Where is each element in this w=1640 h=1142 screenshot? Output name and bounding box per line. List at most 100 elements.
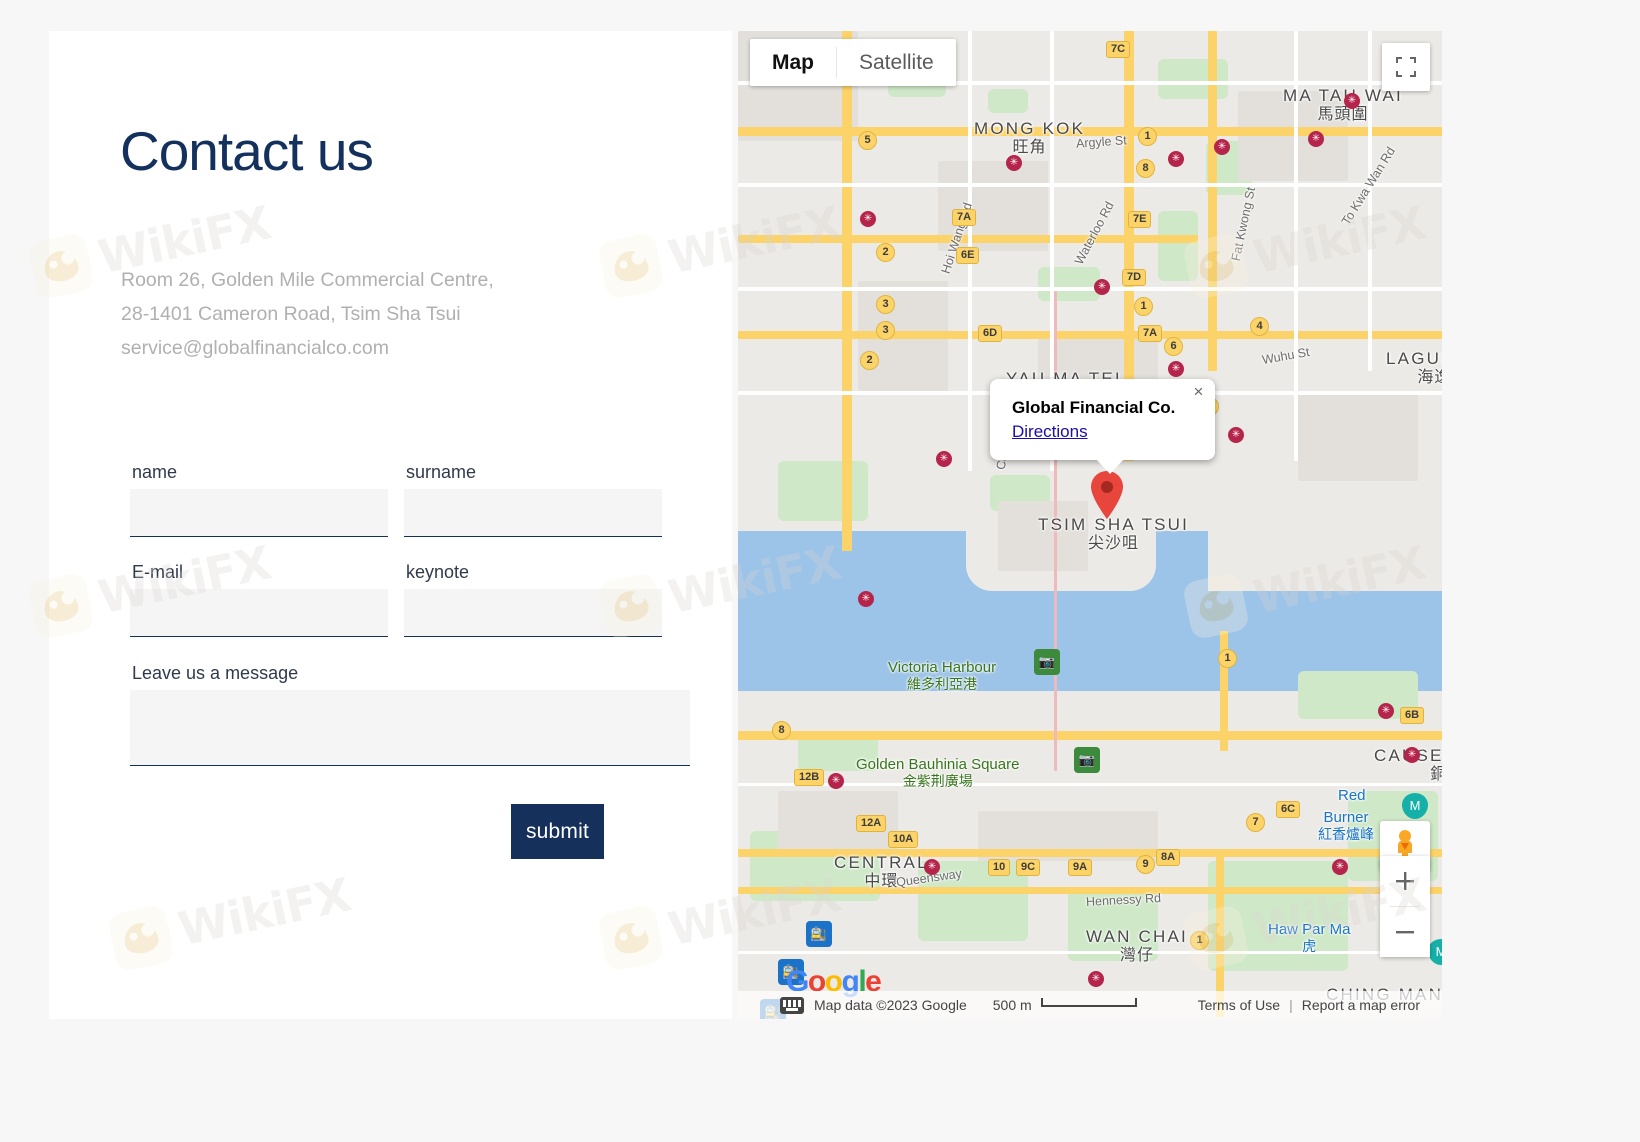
field-email: E-mail bbox=[130, 561, 388, 637]
map-transit-station-icon bbox=[858, 591, 874, 607]
map-road-shield: 7E bbox=[1128, 211, 1152, 228]
contact-card: Contact us Room 26, Golden Mile Commerci… bbox=[49, 31, 732, 1019]
map-transit-station-icon bbox=[1088, 971, 1104, 987]
map-poi-label: Haw Par Ma 虎 bbox=[1268, 921, 1351, 955]
field-surname: surname bbox=[404, 461, 662, 537]
map-road-shield: 12A bbox=[856, 815, 887, 832]
map-road-shield: 8 bbox=[1136, 159, 1155, 178]
map-road bbox=[738, 287, 1442, 291]
map-panel[interactable]: MONG KOK旺角MA TAU WAI馬頭圍YAU MA TEILAGUNA … bbox=[738, 31, 1442, 1019]
map-park bbox=[778, 461, 868, 521]
surname-label: surname bbox=[406, 462, 477, 482]
map-road-shield: 9 bbox=[1136, 855, 1155, 874]
form-row-email: E-mail keynote bbox=[130, 561, 690, 637]
map-road-major bbox=[738, 127, 1442, 136]
map-transit-station-icon bbox=[1228, 427, 1244, 443]
zoom-control[interactable] bbox=[1380, 856, 1430, 957]
map-poi-label: Golden Bauhinia Square 金紫荆廣場 bbox=[856, 756, 1020, 790]
submit-button[interactable]: submit bbox=[511, 804, 604, 859]
map-canvas[interactable]: MONG KOK旺角MA TAU WAI馬頭圍YAU MA TEILAGUNA … bbox=[738, 31, 1442, 1019]
address-block: Room 26, Golden Mile Commercial Centre, … bbox=[121, 263, 641, 365]
zoom-out-button[interactable] bbox=[1380, 907, 1430, 957]
address-line-2: 28-1401 Cameron Road, Tsim Sha Tsui bbox=[121, 303, 461, 325]
map-park bbox=[1158, 211, 1198, 281]
map-transit-station-icon bbox=[1344, 93, 1360, 109]
map-area-label: LAGUNA VER海逸豪園 bbox=[1386, 349, 1442, 386]
page-title: Contact us bbox=[120, 120, 374, 182]
map-road-shield: 2 bbox=[876, 243, 895, 262]
map-road-shield: 10A bbox=[888, 831, 919, 848]
map-park bbox=[1158, 59, 1228, 99]
map-transit-station-icon bbox=[1378, 703, 1394, 719]
info-window-close-button[interactable]: × bbox=[1187, 381, 1209, 403]
contact-form: name surname E-mail keynote Leave us a m… bbox=[130, 461, 690, 859]
map-road-shield: 2 bbox=[860, 351, 879, 370]
poi-camera-icon-victoria-harbour[interactable]: 📷 bbox=[1034, 649, 1060, 675]
map-info-window[interactable]: × Global Financial Co. Directions bbox=[990, 379, 1216, 474]
map-park bbox=[1038, 267, 1100, 301]
map-type-control[interactable]: Map Satellite bbox=[750, 39, 956, 86]
map-road-shield: 1 bbox=[1190, 931, 1209, 950]
keynote-label: keynote bbox=[406, 562, 470, 582]
map-road-shield: 12B bbox=[794, 769, 825, 786]
address-email: service@globalfinancialco.com bbox=[121, 337, 390, 359]
map-poi-label: Burner 紅香爐峰 bbox=[1318, 809, 1374, 843]
map-park bbox=[1208, 861, 1348, 971]
zoom-in-button[interactable] bbox=[1380, 856, 1430, 906]
map-road-shield: 3 bbox=[876, 295, 895, 314]
map-road-shield: 7A bbox=[952, 209, 977, 226]
map-pin-icon bbox=[1091, 471, 1123, 519]
map-road-shield: 6 bbox=[1164, 337, 1183, 356]
attribution-separator: | bbox=[1289, 997, 1293, 1013]
map-road-shield: 8A bbox=[1156, 849, 1181, 866]
poi-transit-icon[interactable]: 🚉 bbox=[806, 921, 832, 947]
field-message: Leave us a message bbox=[130, 662, 690, 766]
map-area-label: WAN CHAI 灣仔 bbox=[1086, 927, 1188, 964]
message-label: Leave us a message bbox=[132, 663, 299, 683]
map-road-shield: 1 bbox=[1218, 649, 1237, 668]
info-window-title: Global Financial Co. bbox=[1012, 398, 1176, 417]
map-road-shield: 7A bbox=[1138, 325, 1163, 342]
map-type-button-map[interactable]: Map bbox=[750, 39, 836, 86]
message-textarea[interactable] bbox=[130, 690, 690, 766]
map-block bbox=[1298, 391, 1418, 481]
map-road bbox=[738, 183, 1442, 187]
directions-link[interactable]: Directions bbox=[1012, 422, 1088, 442]
fullscreen-button[interactable] bbox=[1382, 43, 1430, 91]
map-transit-station-icon bbox=[924, 859, 940, 875]
map-data-attribution: Map data ©2023 Google bbox=[814, 997, 967, 1013]
terms-of-use-link[interactable]: Terms of Use bbox=[1198, 997, 1280, 1013]
map-transit-station-icon bbox=[1006, 155, 1022, 171]
name-input[interactable] bbox=[130, 489, 388, 537]
keyboard-shortcuts-icon[interactable] bbox=[780, 996, 804, 1014]
map-area-label: TSIM SHA TSUI 尖沙咀 bbox=[1038, 515, 1190, 552]
address-line-1: Room 26, Golden Mile Commercial Centre, bbox=[121, 269, 494, 291]
surname-input[interactable] bbox=[404, 489, 662, 537]
map-location-marker[interactable] bbox=[1090, 471, 1124, 519]
report-map-error-link[interactable]: Report a map error bbox=[1302, 997, 1420, 1013]
map-transit-station-icon bbox=[1308, 131, 1324, 147]
field-name: name bbox=[130, 461, 388, 537]
map-scale-label: 500 m bbox=[992, 997, 1032, 1013]
email-input[interactable] bbox=[130, 589, 388, 637]
form-row-name: name surname bbox=[130, 461, 690, 537]
keynote-input[interactable] bbox=[404, 589, 662, 637]
attribution-links: Terms of Use | Report a map error bbox=[1198, 997, 1442, 1013]
map-road-shield: 9A bbox=[1068, 859, 1093, 876]
map-road-shield: 6E bbox=[956, 247, 980, 264]
map-transit-station-icon bbox=[1404, 747, 1420, 763]
map-road bbox=[1368, 31, 1372, 371]
map-transit-station-icon bbox=[860, 211, 876, 227]
map-transit-station-icon bbox=[1168, 151, 1184, 167]
map-transit-station-icon bbox=[1168, 361, 1184, 377]
submit-row: submit bbox=[130, 804, 690, 859]
map-road-shield: 10 bbox=[988, 859, 1011, 876]
map-type-button-satellite[interactable]: Satellite bbox=[837, 39, 956, 86]
map-road-major bbox=[842, 31, 852, 551]
minus-icon bbox=[1396, 931, 1414, 934]
map-road-shield: 1 bbox=[1138, 127, 1157, 146]
plus-icon bbox=[1396, 872, 1414, 890]
poi-camera-icon-golden-bauhinia[interactable]: 📷 bbox=[1074, 747, 1100, 773]
map-road-shield: 5 bbox=[858, 131, 877, 150]
map-park bbox=[988, 89, 1028, 113]
